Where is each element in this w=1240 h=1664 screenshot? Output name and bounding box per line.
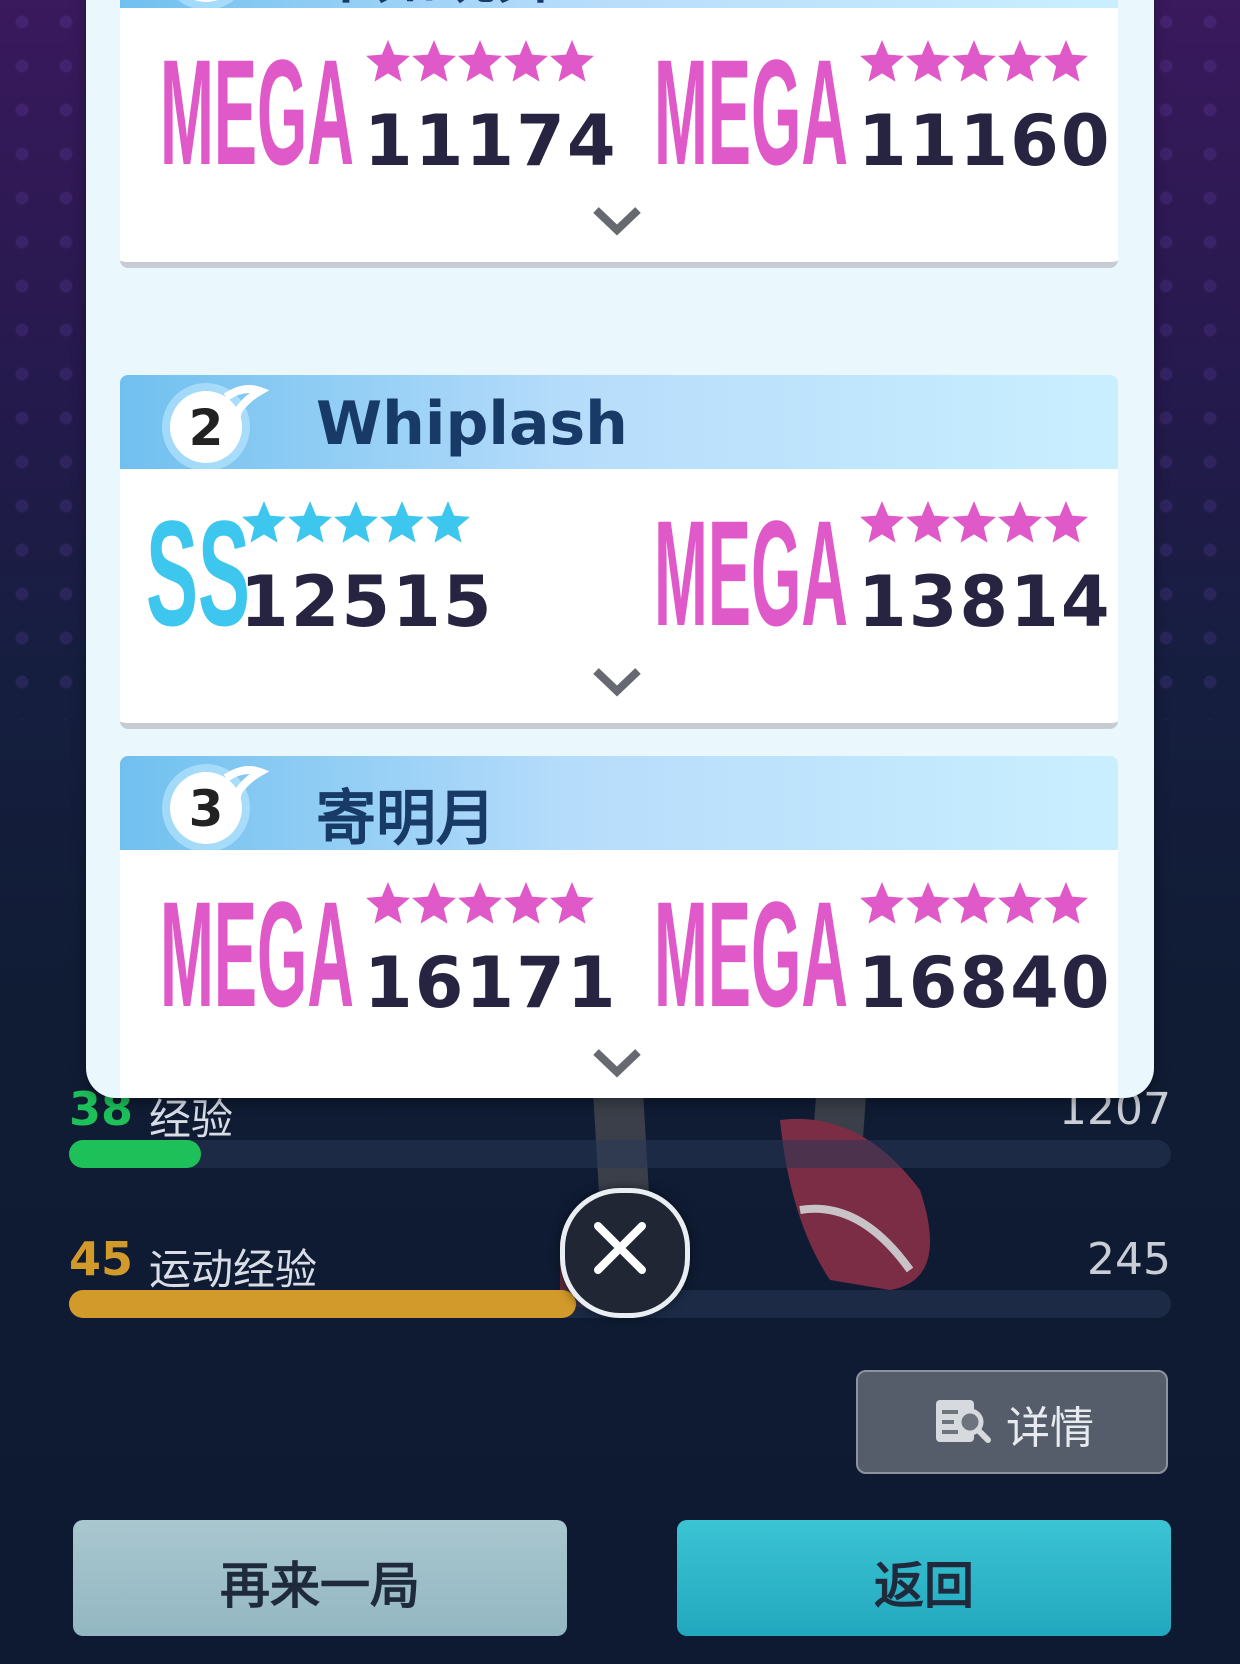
- star-icon: [334, 501, 378, 543]
- star-icon: [504, 40, 548, 82]
- play-again-label: 再来一局: [220, 1557, 420, 1615]
- star-icon: [366, 882, 410, 924]
- star-rating: [366, 882, 594, 924]
- rank-badge-3: 3: [162, 764, 270, 852]
- chevron-down-icon[interactable]: [590, 665, 644, 699]
- result-3-2: MEGA 16840: [654, 878, 1110, 1024]
- result-2-1: SS 12515: [146, 497, 586, 643]
- star-icon: [1044, 882, 1088, 924]
- star-icon: [242, 501, 286, 543]
- chevron-down-icon[interactable]: [590, 204, 644, 238]
- experience-bar-fill: [69, 1140, 202, 1168]
- star-rating: [242, 501, 470, 543]
- mega-grade-badge: MEGA: [654, 497, 848, 633]
- details-button[interactable]: 详情: [856, 1370, 1168, 1474]
- sport-experience-bar-fill: [69, 1290, 576, 1318]
- score-2-1: 12515: [240, 561, 494, 643]
- star-icon: [952, 882, 996, 924]
- result-1-1: MEGA 11174: [160, 36, 616, 182]
- star-icon: [906, 40, 950, 82]
- close-button[interactable]: [560, 1188, 690, 1318]
- star-icon: [952, 501, 996, 543]
- song-results-dialog: 1 不如跳舞 MEGA 11174 MEGA 11160 2 Whip: [86, 0, 1154, 1098]
- song-body-2: SS 12515 MEGA 13814: [120, 469, 1118, 729]
- details-label: 详情: [1006, 1403, 1094, 1454]
- star-rating: [860, 40, 1088, 82]
- star-icon: [952, 40, 996, 82]
- result-2-2: MEGA 13814: [654, 497, 1110, 643]
- star-icon: [906, 501, 950, 543]
- star-icon: [426, 501, 470, 543]
- song-header-1: 1 不如跳舞: [120, 0, 1118, 12]
- mega-grade-badge: MEGA: [654, 36, 848, 172]
- sport-experience-level: 45: [69, 1232, 134, 1286]
- star-icon: [1044, 40, 1088, 82]
- star-rating: [366, 40, 594, 82]
- svg-text:MEGA: MEGA: [654, 497, 848, 633]
- result-3-1: MEGA 16171: [160, 878, 616, 1024]
- song-header-2: 2 Whiplash: [120, 375, 1118, 471]
- close-icon: [594, 1222, 646, 1274]
- star-icon: [458, 40, 502, 82]
- song-body-3: MEGA 16171 MEGA 16840: [120, 850, 1118, 1098]
- song-title-2: Whiplash: [316, 389, 628, 459]
- score-1-1: 11174: [364, 100, 618, 182]
- star-rating: [860, 501, 1088, 543]
- rank-badge-2: 2: [162, 383, 270, 471]
- star-icon: [998, 501, 1042, 543]
- sport-experience-value: 245: [1087, 1234, 1171, 1285]
- star-icon: [504, 882, 548, 924]
- star-icon: [860, 501, 904, 543]
- star-icon: [998, 40, 1042, 82]
- star-rating: [860, 882, 1088, 924]
- star-icon: [550, 40, 594, 82]
- svg-text:MEGA: MEGA: [654, 36, 848, 172]
- mega-grade-badge: MEGA: [654, 878, 848, 1014]
- star-icon: [550, 882, 594, 924]
- mega-grade-badge: MEGA: [160, 878, 354, 1014]
- score-2-2: 13814: [858, 561, 1112, 643]
- song-body-1: MEGA 11174 MEGA 11160: [120, 8, 1118, 268]
- chevron-down-icon[interactable]: [590, 1046, 644, 1080]
- score-1-2: 11160: [858, 100, 1112, 182]
- song-header-3: 3 寄明月: [120, 756, 1118, 854]
- svg-text:3: 3: [189, 780, 224, 838]
- svg-text:2: 2: [189, 399, 224, 457]
- svg-text:SS: SS: [146, 497, 250, 633]
- back-label: 返回: [874, 1557, 974, 1615]
- back-button[interactable]: 返回: [677, 1520, 1171, 1636]
- star-icon: [860, 40, 904, 82]
- star-icon: [1044, 501, 1088, 543]
- star-icon: [366, 40, 410, 82]
- song-title-3: 寄明月: [316, 784, 496, 854]
- mega-grade-badge: MEGA: [160, 36, 354, 172]
- sport-experience-label: 运动经验: [149, 1245, 318, 1294]
- score-3-1: 16171: [364, 942, 618, 1024]
- star-icon: [906, 882, 950, 924]
- search-list-icon: [936, 1400, 991, 1443]
- star-icon: [998, 882, 1042, 924]
- star-icon: [380, 501, 424, 543]
- star-icon: [412, 882, 456, 924]
- score-3-2: 16840: [858, 942, 1112, 1024]
- svg-text:MEGA: MEGA: [654, 878, 848, 1014]
- result-1-2: MEGA 11160: [654, 36, 1110, 182]
- svg-text:MEGA: MEGA: [160, 878, 354, 1014]
- star-icon: [860, 882, 904, 924]
- star-icon: [288, 501, 332, 543]
- play-again-button[interactable]: 再来一局: [73, 1520, 567, 1636]
- star-icon: [412, 40, 456, 82]
- svg-text:MEGA: MEGA: [160, 36, 354, 172]
- experience-bar: [69, 1140, 1171, 1168]
- star-icon: [458, 882, 502, 924]
